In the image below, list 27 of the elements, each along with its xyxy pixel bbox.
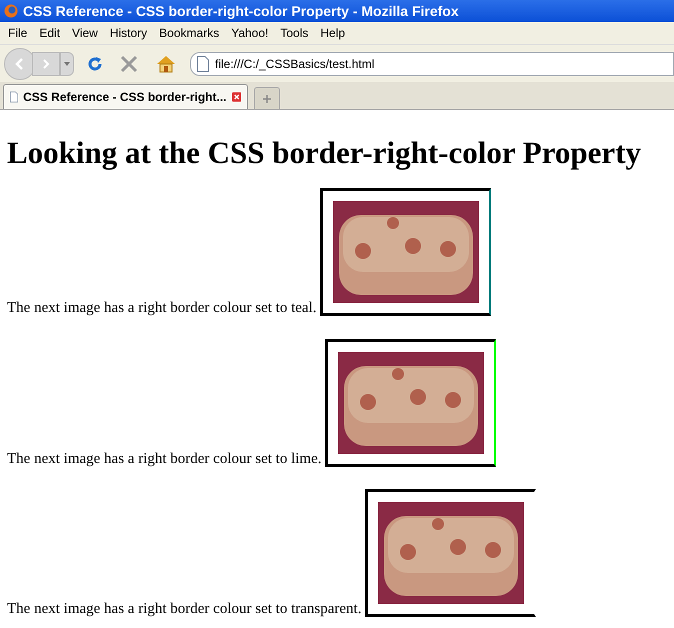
reload-icon[interactable] xyxy=(86,54,104,72)
paragraph: The next image has a right border colour set to teal. xyxy=(7,300,318,316)
history-dropdown-button[interactable] xyxy=(60,52,74,76)
close-icon[interactable] xyxy=(232,90,241,104)
window-title: CSS Reference - CSS border-right-color Property - Mozilla Firefox xyxy=(23,2,459,21)
address-bar[interactable]: file:///C:/_CSSBasics/test.html xyxy=(190,52,674,76)
paragraph: The next image has a right border colour set to lime. xyxy=(7,450,322,466)
page-heading: Looking at the CSS border-right-color Property xyxy=(7,135,642,171)
menu-item[interactable]: History xyxy=(104,24,154,42)
plus-icon xyxy=(262,94,272,104)
stop-icon[interactable] xyxy=(120,54,138,72)
page-icon xyxy=(197,56,209,72)
paragraph: The next image has a right border colour set to transparent. xyxy=(7,601,362,617)
menu-item[interactable]: Tools xyxy=(274,24,314,42)
page-icon xyxy=(10,89,18,105)
menu-item[interactable]: Bookmarks xyxy=(153,24,226,42)
menu-item[interactable]: View xyxy=(66,24,104,42)
menu-item[interactable]: File xyxy=(2,24,34,42)
menu-item[interactable]: Yahoo! xyxy=(225,24,274,42)
menu-item[interactable]: Help xyxy=(314,24,352,42)
browser-tab[interactable]: CSS Reference - CSS border-right... xyxy=(3,84,248,109)
browser-logo-icon xyxy=(4,4,18,18)
menu-item[interactable]: Edit xyxy=(33,24,66,42)
caret-icon xyxy=(64,62,70,66)
home-icon[interactable] xyxy=(156,54,176,72)
new-tab-button[interactable] xyxy=(254,87,280,109)
tab-label: CSS Reference - CSS border-right... xyxy=(23,89,227,106)
